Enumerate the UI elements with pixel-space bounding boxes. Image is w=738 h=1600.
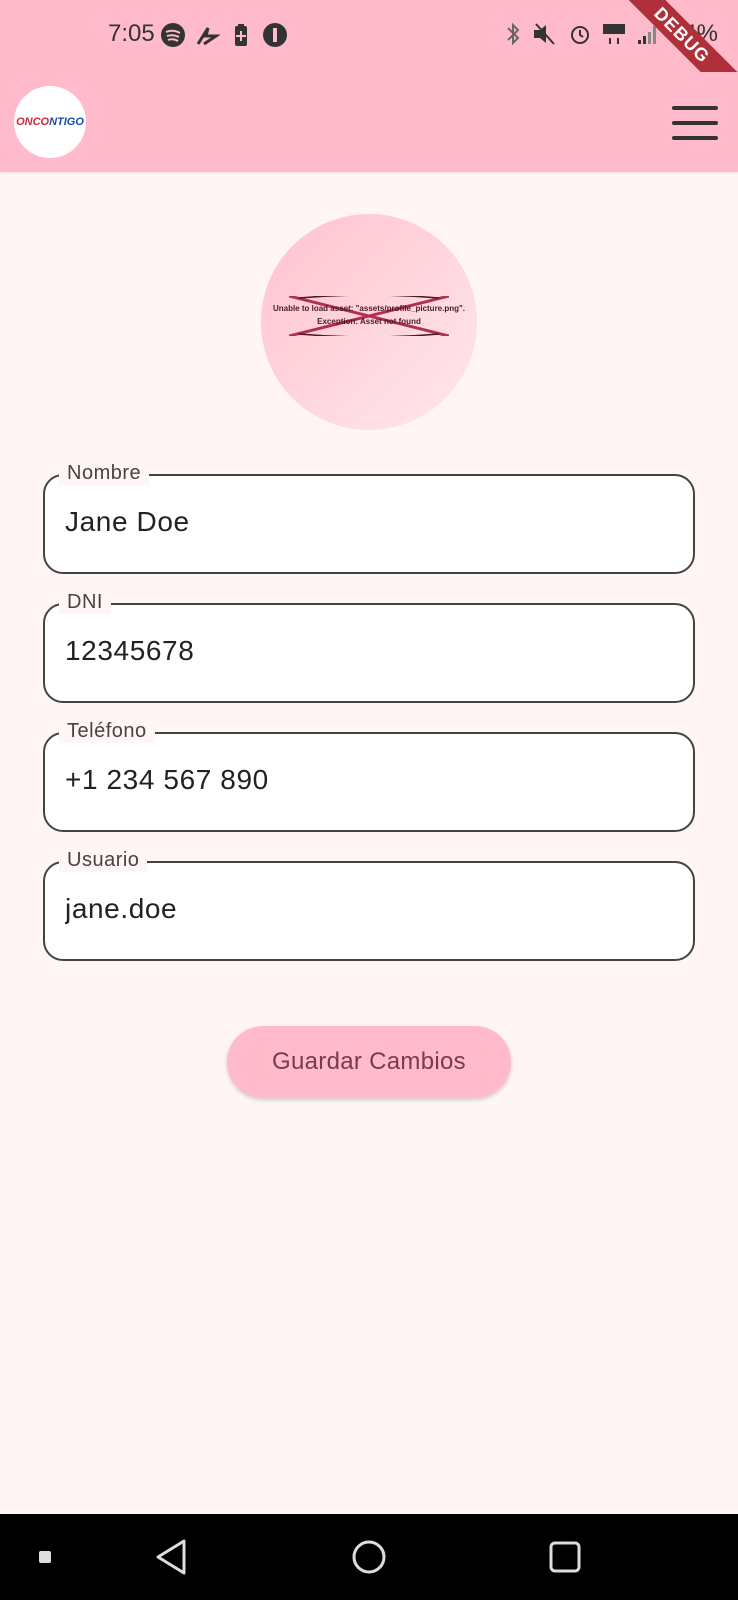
image-error-line2: Exception: Asset not found bbox=[317, 317, 421, 326]
name-label: Nombre bbox=[59, 462, 150, 485]
logo-text-ntigo: NTIGO bbox=[49, 116, 84, 128]
status-bar: 7:05 64% DEBUG bbox=[0, 0, 738, 115]
mute-vibrate-icon bbox=[533, 23, 555, 45]
recent-apps-dot-icon[interactable] bbox=[30, 1514, 60, 1600]
bluetooth-icon bbox=[507, 22, 520, 46]
hamburger-icon[interactable] bbox=[672, 100, 718, 146]
alarm-icon bbox=[570, 26, 589, 44]
back-icon[interactable] bbox=[146, 1514, 196, 1600]
name-input[interactable] bbox=[65, 506, 665, 538]
app-logo[interactable]: ONCO NTIGO bbox=[14, 86, 86, 158]
name-field[interactable]: Nombre bbox=[43, 462, 695, 574]
app-bar: ONCO NTIGO bbox=[0, 72, 738, 172]
overview-icon[interactable] bbox=[540, 1514, 590, 1600]
phone-input[interactable] bbox=[65, 764, 665, 796]
phone-label: Teléfono bbox=[59, 720, 155, 743]
system-nav-bar bbox=[0, 1514, 738, 1600]
save-changes-button[interactable]: Guardar Cambios bbox=[227, 1026, 511, 1098]
dni-label: DNI bbox=[59, 591, 111, 614]
spotify-icon bbox=[161, 23, 185, 47]
status-time: 7:05 bbox=[108, 20, 155, 47]
image-error-line1: Unable to load asset: "assets/profile_pi… bbox=[272, 304, 466, 313]
username-label: Usuario bbox=[59, 849, 148, 872]
home-icon[interactable] bbox=[344, 1514, 394, 1600]
pocket-icon bbox=[263, 23, 287, 47]
profile-avatar[interactable]: Unable to load asset: "assets/profile_pi… bbox=[261, 214, 477, 430]
dni-field[interactable]: DNI bbox=[43, 591, 695, 703]
username-input[interactable] bbox=[65, 893, 665, 925]
status-left-icons bbox=[160, 22, 288, 48]
logo-text-onco: ONCO bbox=[16, 116, 50, 128]
phone-field[interactable]: Teléfono bbox=[43, 720, 695, 832]
username-field[interactable]: Usuario bbox=[43, 849, 695, 961]
image-error: Unable to load asset: "assets/profile_pi… bbox=[261, 296, 477, 336]
activity-icon bbox=[196, 27, 220, 46]
dni-input[interactable] bbox=[65, 635, 665, 667]
battery-saver-icon bbox=[235, 24, 247, 46]
4g-icon bbox=[602, 24, 625, 44]
